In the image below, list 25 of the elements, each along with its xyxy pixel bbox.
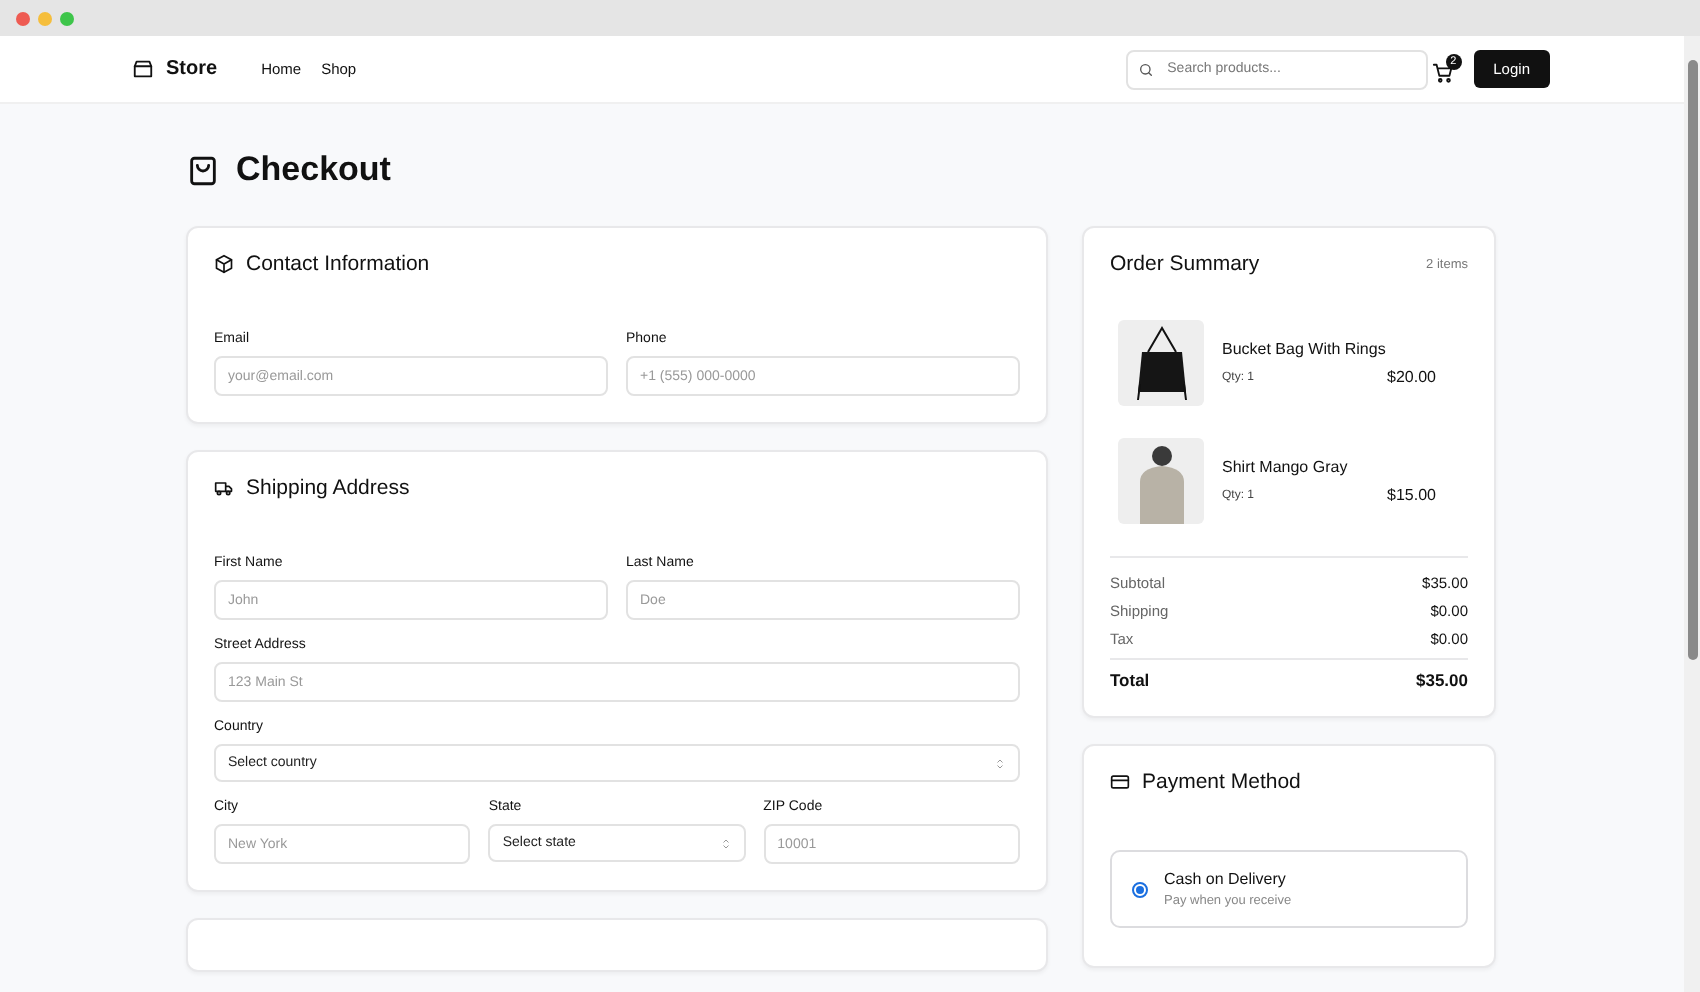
product-name: Bucket Bag With Rings	[1222, 340, 1388, 358]
chevron-updown-icon	[994, 757, 1006, 769]
total-label: Total	[1110, 670, 1150, 690]
total-value: $35.00	[1416, 670, 1468, 690]
close-window-button[interactable]	[16, 11, 30, 25]
card-title: Payment Method	[1142, 770, 1301, 794]
maximize-window-button[interactable]	[60, 11, 74, 25]
card-title: Order Summary	[1110, 252, 1260, 276]
product-price: $15.00	[1387, 486, 1436, 504]
bag-photo	[1131, 323, 1191, 403]
chevron-updown-icon	[719, 837, 732, 849]
radio-button[interactable]	[1132, 881, 1148, 897]
option-label: Cash on Delivery	[1164, 870, 1288, 888]
page-title: Checkout	[186, 150, 1684, 190]
shopping-bag-icon	[186, 153, 220, 187]
box-icon	[214, 254, 234, 274]
card-title: Shipping Address	[246, 476, 410, 500]
product-price: $20.00	[1387, 368, 1436, 386]
store-logo-link[interactable]: Store	[132, 58, 218, 80]
minimize-window-button[interactable]	[38, 11, 52, 25]
store-icon	[132, 58, 154, 80]
card-title: Contact Information	[246, 252, 430, 276]
truck-icon	[214, 478, 234, 498]
credit-card-icon	[1110, 772, 1130, 792]
product-name: Shirt Mango Gray	[1222, 458, 1350, 476]
